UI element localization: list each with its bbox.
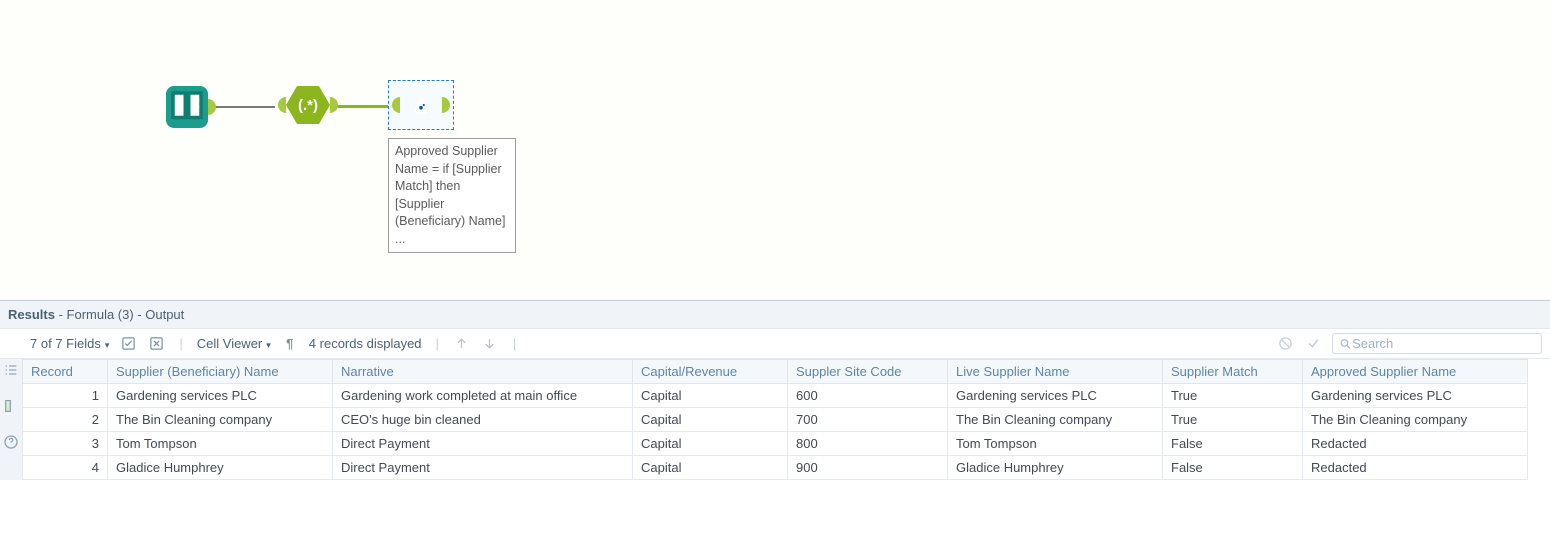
list-icon[interactable] [3,362,19,378]
pilcrow-icon[interactable]: ¶ [281,335,299,353]
cancel-circle-icon[interactable] [1276,335,1294,353]
cell-record[interactable]: 2 [23,408,108,432]
records-displayed-label: 4 records displayed [309,336,422,351]
col-narrative[interactable]: Narrative [333,360,633,384]
cell-supplier[interactable]: Gladice Humphrey [108,456,333,480]
col-approved[interactable]: Approved Supplier Name [1303,360,1528,384]
cell-record[interactable]: 1 [23,384,108,408]
cell-approved[interactable]: Redacted [1303,456,1528,480]
cell-site[interactable]: 700 [788,408,948,432]
col-capr[interactable]: Capital/Revenue [633,360,788,384]
cell-narrative[interactable]: Direct Payment [333,432,633,456]
input-port[interactable] [392,97,400,113]
cell-site[interactable]: 600 [788,384,948,408]
regex-label: (.*) [298,97,318,114]
cell-viewer-dropdown[interactable]: Cell Viewer [197,336,271,351]
table-row[interactable]: 3Tom TompsonDirect PaymentCapital800Tom … [23,432,1528,456]
cell-site[interactable]: 800 [788,432,948,456]
cell-site[interactable]: 900 [788,456,948,480]
formula-tool-node[interactable] [388,80,454,130]
cell-capr[interactable]: Capital [633,384,788,408]
cell-capr[interactable]: Capital [633,432,788,456]
output-port[interactable] [330,97,338,113]
output-port[interactable] [442,97,450,113]
cell-match[interactable]: True [1163,408,1303,432]
results-panel: Results - Formula (3) - Output 7 of 7 Fi… [0,300,1550,480]
search-icon [1339,337,1352,351]
output-port[interactable] [208,99,216,115]
regex-tool-node[interactable]: (.*) [278,86,338,124]
cell-narrative[interactable]: Direct Payment [333,456,633,480]
cell-narrative[interactable]: CEO's huge bin cleaned [333,408,633,432]
col-record[interactable]: Record [23,360,108,384]
search-input[interactable] [1352,336,1535,351]
cell-capr[interactable]: Capital [633,456,788,480]
table-header-row: Record Supplier (Beneficiary) Name Narra… [23,360,1528,384]
fields-dropdown[interactable]: 7 of 7 Fields [30,336,109,351]
separator: | [513,336,516,351]
col-match[interactable]: Supplier Match [1163,360,1303,384]
layout-icon[interactable] [3,398,19,414]
results-toolbar: 7 of 7 Fields | Cell Viewer ¶ 4 records … [0,328,1550,359]
help-icon[interactable] [3,434,19,450]
check-icon[interactable] [1304,335,1322,353]
hexagon-icon: (.*) [286,86,330,124]
arrow-down-icon[interactable] [481,335,499,353]
book-icon [166,86,208,128]
side-rail [0,362,22,450]
cell-supplier[interactable]: Gardening services PLC [108,384,333,408]
input-port[interactable] [278,97,286,113]
results-header: Results - Formula (3) - Output [0,301,1550,328]
cell-record[interactable]: 4 [23,456,108,480]
results-title: Results [8,307,55,322]
cell-narrative[interactable]: Gardening work completed at main office [333,384,633,408]
table-row[interactable]: 4Gladice HumphreyDirect PaymentCapital90… [23,456,1528,480]
workflow-canvas[interactable]: (.*) Approved Supplier Name = if [Suppli… [0,0,1550,300]
col-live[interactable]: Live Supplier Name [948,360,1163,384]
selection-outline [388,80,454,130]
cell-live[interactable]: Gladice Humphrey [948,456,1163,480]
cell-match[interactable]: False [1163,456,1303,480]
table-row[interactable]: 2The Bin Cleaning companyCEO's huge bin … [23,408,1528,432]
search-box[interactable] [1332,333,1542,354]
checkbox-icon[interactable] [119,335,137,353]
cell-live[interactable]: Tom Tompson [948,432,1163,456]
separator: | [436,336,439,351]
flask-icon [400,84,442,126]
cell-supplier[interactable]: Tom Tompson [108,432,333,456]
cell-approved[interactable]: The Bin Cleaning company [1303,408,1528,432]
cell-supplier[interactable]: The Bin Cleaning company [108,408,333,432]
cell-live[interactable]: Gardening services PLC [948,384,1163,408]
cell-approved[interactable]: Redacted [1303,432,1528,456]
cell-capr[interactable]: Capital [633,408,788,432]
cell-record[interactable]: 3 [23,432,108,456]
connector [332,105,390,108]
separator: | [179,336,182,351]
node-annotation[interactable]: Approved Supplier Name = if [Supplier Ma… [388,138,516,253]
connector [215,106,275,108]
x-box-icon[interactable] [147,335,165,353]
results-subtitle: - Formula (3) - Output [55,307,184,322]
cell-match[interactable]: False [1163,432,1303,456]
table-row[interactable]: 1Gardening services PLCGardening work co… [23,384,1528,408]
col-site[interactable]: Suppler Site Code [788,360,948,384]
cell-live[interactable]: The Bin Cleaning company [948,408,1163,432]
results-table[interactable]: Record Supplier (Beneficiary) Name Narra… [22,359,1528,480]
cell-match[interactable]: True [1163,384,1303,408]
annotation-text: Approved Supplier Name = if [Supplier Ma… [395,144,505,246]
arrow-up-icon[interactable] [453,335,471,353]
col-supplier[interactable]: Supplier (Beneficiary) Name [108,360,333,384]
cell-approved[interactable]: Gardening services PLC [1303,384,1528,408]
input-tool-node[interactable] [166,86,216,128]
